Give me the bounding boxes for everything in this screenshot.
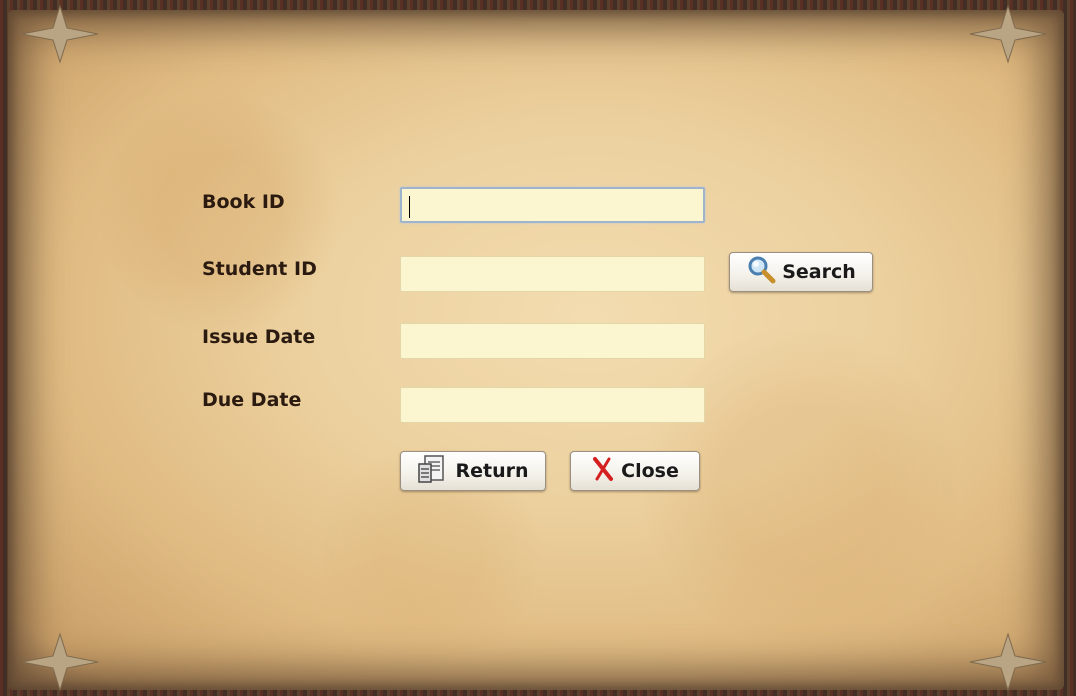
- issue-date-label: Issue Date: [202, 326, 316, 348]
- book-id-field[interactable]: [400, 187, 705, 223]
- due-date-field[interactable]: [400, 387, 705, 423]
- star-icon: [21, 632, 99, 692]
- return-button[interactable]: Return: [400, 451, 546, 491]
- close-button-label: Close: [621, 460, 679, 482]
- search-button[interactable]: Search: [729, 252, 873, 292]
- search-button-label: Search: [782, 261, 856, 283]
- red-x-icon: [591, 456, 615, 487]
- star-icon: [969, 632, 1047, 692]
- star-icon: [21, 4, 99, 64]
- issue-date-field[interactable]: [400, 323, 705, 359]
- magnifier-icon: [746, 255, 776, 290]
- text-caret: [409, 196, 410, 218]
- student-id-label: Student ID: [202, 258, 317, 280]
- return-button-label: Return: [455, 460, 529, 482]
- student-id-field[interactable]: [400, 256, 705, 292]
- due-date-label: Due Date: [202, 389, 302, 411]
- star-icon: [969, 4, 1047, 64]
- return-book-icon: [417, 453, 449, 490]
- book-id-label: Book ID: [202, 191, 285, 213]
- close-button[interactable]: Close: [570, 451, 700, 491]
